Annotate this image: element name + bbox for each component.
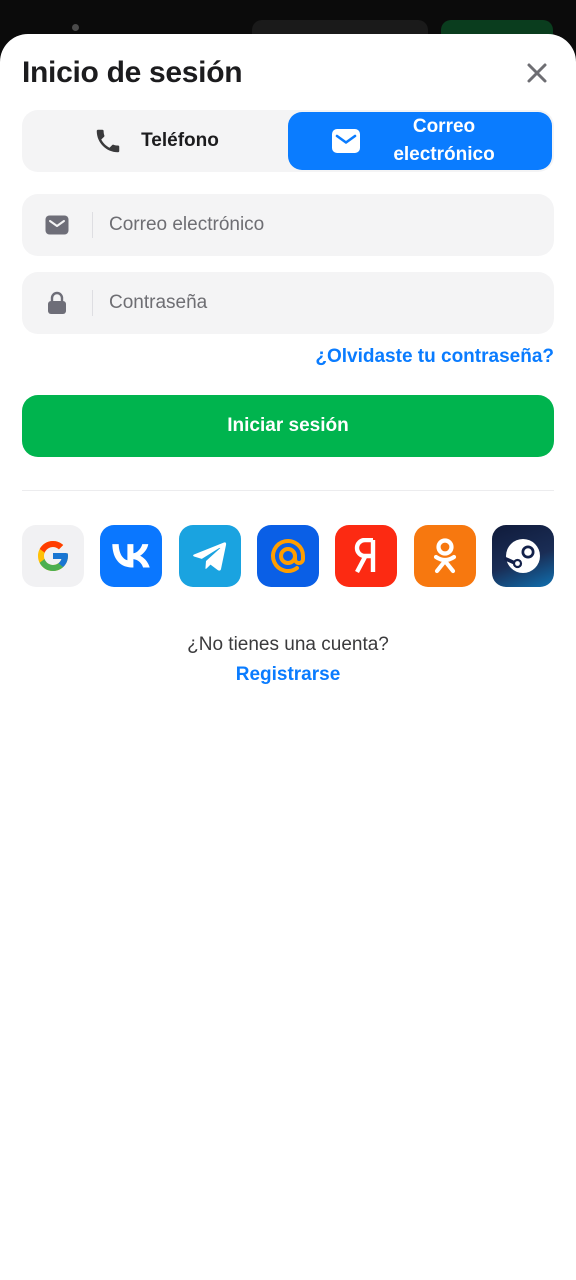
login-method-tabs: Teléfono Correo electrónico — [22, 110, 554, 172]
vk-icon — [112, 544, 151, 568]
login-sheet: Inicio de sesión Teléfono Correo electró… — [0, 34, 576, 1280]
password-input[interactable] — [93, 272, 554, 334]
mail-login-button[interactable] — [256, 525, 319, 587]
no-account-text: ¿No tienes una cuenta? — [187, 634, 389, 655]
tab-email[interactable]: Correo electrónico — [288, 112, 552, 170]
envelope-icon — [45, 215, 69, 235]
yandex-icon — [355, 538, 376, 574]
google-login-button[interactable] — [22, 525, 84, 587]
telegram-icon — [192, 542, 226, 571]
social-login-row — [22, 525, 554, 587]
at-icon — [271, 539, 305, 573]
steam-login-button[interactable] — [491, 525, 554, 587]
steam-icon — [504, 539, 540, 573]
email-input[interactable] — [93, 194, 554, 256]
tab-phone[interactable]: Teléfono — [24, 112, 288, 170]
tab-phone-label: Teléfono — [141, 130, 219, 151]
tab-email-label: Correo electrónico — [393, 116, 495, 165]
google-icon — [38, 541, 68, 571]
odnoklassniki-icon — [433, 538, 456, 574]
telegram-login-button[interactable] — [178, 525, 241, 587]
email-field-container — [22, 194, 554, 256]
page-title: Inicio de sesión — [22, 56, 243, 89]
vk-login-button[interactable] — [100, 525, 163, 587]
close-icon — [527, 63, 547, 83]
yandex-login-button[interactable] — [335, 525, 398, 587]
lock-icon — [48, 291, 66, 314]
login-button[interactable]: Iniciar sesión — [22, 395, 554, 457]
password-field-container — [22, 272, 554, 334]
register-link[interactable]: Registrarse — [0, 664, 576, 686]
ok-login-button[interactable] — [413, 525, 476, 587]
envelope-icon — [332, 129, 360, 153]
forgot-password-link[interactable]: ¿Olvidaste tu contraseña? — [315, 346, 554, 368]
background-dot — [72, 24, 79, 31]
phone-icon — [96, 129, 120, 153]
divider — [22, 490, 554, 491]
close-button[interactable] — [520, 56, 554, 90]
